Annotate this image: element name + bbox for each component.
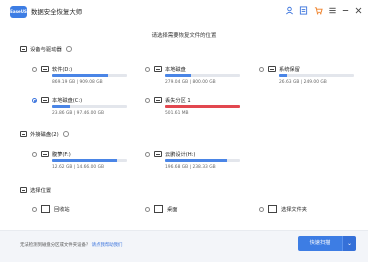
location-label: 桌面 (167, 206, 178, 213)
drive-radio[interactable] (259, 67, 264, 72)
drive-usage-fill (52, 159, 117, 162)
location-radio[interactable] (32, 206, 37, 212)
drive-item[interactable]: 丢失分区 1 501.61 MB (145, 94, 245, 118)
cart-icon[interactable] (313, 6, 324, 17)
document-icon[interactable] (298, 6, 309, 17)
drive-name: 系统保留 (279, 67, 300, 73)
drive-item[interactable]: 腹萝(F:) 12.62 GB | 14.66.00 GB (32, 148, 132, 172)
drive-name: 本地磁盘 (165, 67, 186, 73)
title-bar: EaseUS 数据安全恢复大师 (0, 0, 368, 24)
hard-drive-icon (20, 131, 27, 137)
section-location-label: 选择位置 (30, 188, 52, 194)
drive-name: 腹萝(F:) (52, 152, 71, 158)
footer-help: 无法检测到磁盘分区或文件夹设备？ 请点我帮助我们 (20, 242, 122, 248)
location-radio[interactable] (259, 206, 264, 212)
drive-radio[interactable] (145, 152, 150, 157)
hard-drive-icon (41, 151, 49, 157)
folder-icon (268, 205, 277, 213)
location-radio[interactable] (145, 206, 150, 212)
user-icon[interactable] (284, 6, 295, 17)
section-local-label: 设备与驱动器 (30, 47, 62, 53)
hard-drive-icon (20, 46, 27, 52)
location-icon (20, 187, 27, 193)
drive-usage-bar (165, 74, 240, 77)
drive-size: 279.04 GB | 800.00 GB (165, 80, 216, 85)
recycle-bin-icon (41, 205, 50, 213)
drive-name: 软件(D:) (52, 67, 73, 73)
drive-usage-fill (52, 105, 70, 108)
drive-usage-fill (52, 74, 108, 77)
drive-size: 501.61 MB (165, 111, 189, 116)
drive-usage-bar (52, 105, 127, 108)
info-icon[interactable] (65, 46, 72, 52)
drive-size: 26.63 GB | 249.00 GB (279, 80, 327, 85)
location-select-folder[interactable]: 选择文件夹 (259, 203, 307, 215)
drive-item[interactable]: 本地磁盘 279.04 GB | 800.00 GB (145, 63, 245, 87)
app-title: 数据安全恢复大师 (31, 8, 83, 16)
drive-radio[interactable] (145, 67, 150, 72)
hard-drive-icon (154, 97, 162, 103)
drive-name: 本地磁盘(C:) (52, 98, 83, 104)
hard-drive-icon (154, 151, 162, 157)
scan-dropdown-chevron-down-icon[interactable]: ⌄ (342, 236, 356, 251)
drive-radio-selected[interactable] (32, 98, 37, 103)
menu-icon[interactable] (327, 6, 338, 17)
app-logo: EaseUS (10, 6, 27, 18)
drive-usage-fill (165, 74, 192, 77)
section-external-drives: 外接磁盘(2) (20, 130, 69, 138)
drive-item[interactable]: 本地磁盘(C:) 23.86 GB | 97.46.00 GB (32, 94, 132, 118)
drive-usage-fill (165, 159, 227, 162)
location-label: 回收站 (54, 206, 70, 213)
footer-text: 无法检测到磁盘分区或文件夹设备？ (20, 243, 91, 248)
drive-usage-bar (52, 74, 127, 77)
minimize-icon[interactable] (340, 6, 351, 17)
location-recycle-bin[interactable]: 回收站 (32, 203, 70, 215)
page-heading: 请选择需要恢复文件的位置 (151, 33, 217, 39)
bottom-bar: 无法检测到磁盘分区或文件夹设备？ 请点我帮助我们 快速扫描 ⌄ (0, 230, 368, 262)
drive-usage-bar (165, 105, 240, 108)
quick-scan-button[interactable]: 快速扫描 (298, 236, 342, 251)
drive-item[interactable]: 系统保留 26.63 GB | 249.00 GB (259, 63, 359, 87)
hard-drive-icon (41, 66, 49, 72)
drive-item[interactable]: 云鹏设计(H:) 196.68 GB | 238.33 GB (145, 148, 245, 172)
section-select-location: 选择位置 (20, 186, 51, 194)
drive-radio[interactable] (145, 98, 150, 103)
drive-radio[interactable] (32, 152, 37, 157)
help-link[interactable]: 请点我帮助我们 (92, 243, 123, 248)
drive-usage-bar (279, 74, 354, 77)
hard-drive-icon (154, 66, 162, 72)
drive-name: 丢失分区 1 (165, 98, 191, 104)
location-desktop[interactable]: 桌面 (145, 203, 177, 215)
hard-drive-icon (41, 97, 49, 103)
drive-usage-fill (165, 105, 240, 108)
drive-size: 196.68 GB | 238.33 GB (165, 165, 216, 170)
drive-usage-fill (279, 74, 288, 77)
info-icon[interactable] (62, 131, 69, 137)
location-label: 选择文件夹 (281, 206, 307, 213)
desktop-icon (154, 205, 163, 213)
section-external-label: 外接磁盘(2) (30, 132, 59, 138)
drive-size: 12.62 GB | 14.66.00 GB (52, 165, 105, 170)
drive-usage-bar (165, 159, 240, 162)
drive-usage-bar (52, 159, 127, 162)
section-local-drives: 设备与驱动器 (20, 45, 72, 53)
drive-size: 869.19 GB | 909.08 GB (52, 80, 103, 85)
close-icon[interactable] (353, 6, 364, 17)
drive-name: 云鹏设计(H:) (165, 152, 196, 158)
drive-item[interactable]: 软件(D:) 869.19 GB | 909.08 GB (32, 63, 132, 87)
hard-drive-icon (268, 66, 276, 72)
drive-radio[interactable] (32, 67, 37, 72)
drive-size: 23.86 GB | 97.46.00 GB (52, 111, 105, 116)
